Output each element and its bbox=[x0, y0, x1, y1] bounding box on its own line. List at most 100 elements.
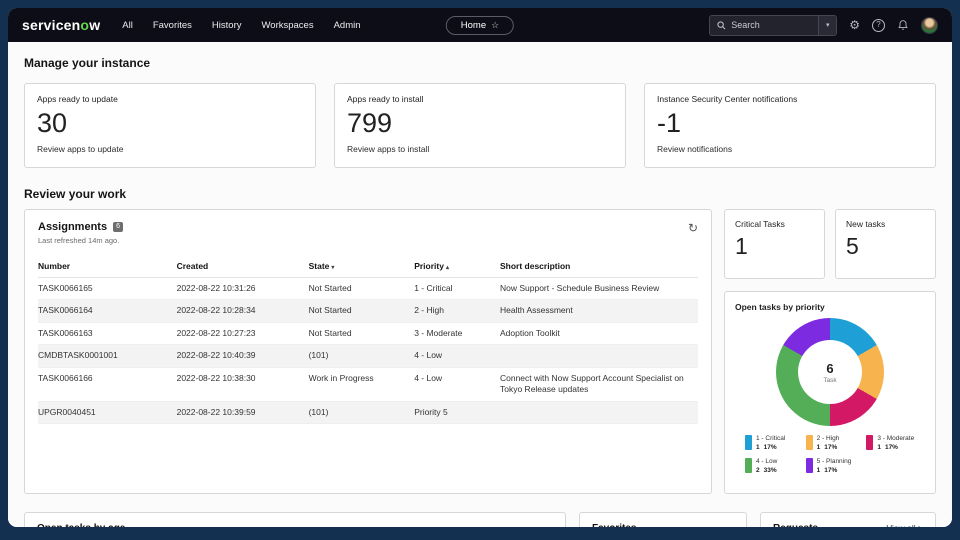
priority-cell: 3 - Moderate bbox=[414, 322, 500, 344]
view-all-link[interactable]: View all > bbox=[887, 523, 923, 527]
review-grid: Assignments 6 Last refreshed 14m ago. ↻ … bbox=[24, 209, 936, 494]
description-cell: Adoption Toolkit bbox=[500, 322, 698, 344]
home-tab[interactable]: Home ☆ bbox=[446, 16, 514, 35]
favorites-card: Favorites bbox=[579, 512, 747, 527]
nav-item-admin[interactable]: Admin bbox=[334, 20, 361, 31]
column-header-state[interactable]: State▾ bbox=[309, 255, 415, 278]
description-cell: Connect with Now Support Account Special… bbox=[500, 367, 698, 401]
notifications-bell-icon[interactable] bbox=[897, 19, 909, 31]
table-row: CMDBTASK0001001 2022-08-22 10:40:39 (101… bbox=[38, 345, 698, 367]
donut-center: 6 Task bbox=[798, 340, 862, 404]
column-header-description[interactable]: Short description bbox=[500, 255, 698, 278]
stat-card-apps-update: Apps ready to update 30 Review apps to u… bbox=[24, 83, 316, 168]
servicenow-logo[interactable]: servicenow bbox=[22, 17, 100, 33]
column-header-priority[interactable]: Priority▴ bbox=[414, 255, 500, 278]
nav-item-favorites[interactable]: Favorites bbox=[153, 20, 192, 31]
review-apps-update-link[interactable]: Review apps to update bbox=[37, 144, 303, 154]
legend-item-planning[interactable]: 5 - Planning 117% bbox=[806, 457, 863, 476]
state-cell: (101) bbox=[309, 401, 415, 423]
stat-value: 30 bbox=[37, 109, 303, 139]
legend-item-high[interactable]: 2 - High 117% bbox=[806, 434, 863, 453]
legend-count: 2 bbox=[756, 467, 760, 474]
legend-item-moderate[interactable]: 3 - Moderate 117% bbox=[866, 434, 923, 453]
logo-text-2: w bbox=[89, 17, 100, 33]
task-number-link[interactable]: TASK0066164 bbox=[38, 300, 177, 322]
legend-label: 5 - Planning bbox=[817, 457, 852, 466]
task-number-link[interactable]: CMDBTASK0001001 bbox=[38, 345, 177, 367]
legend-label: 2 - High bbox=[817, 434, 840, 443]
right-column: Critical Tasks 1 New tasks 5 Open tasks … bbox=[724, 209, 936, 494]
home-tab-label: Home bbox=[461, 20, 486, 31]
assignments-header: Assignments 6 bbox=[38, 221, 698, 233]
legend-count: 1 bbox=[877, 444, 881, 451]
search-input[interactable] bbox=[731, 20, 818, 30]
open-tasks-priority-card: Open tasks by priority 6 Task bbox=[724, 291, 936, 494]
chart-area: 6 Task bbox=[735, 318, 925, 426]
open-tasks-age-title: Open tasks by age bbox=[37, 523, 553, 527]
priority-cell: 4 - Low bbox=[414, 367, 500, 401]
critical-tasks-card[interactable]: Critical Tasks 1 bbox=[724, 209, 825, 279]
assignments-table: Number Created State▾ Priority▴ Short de… bbox=[38, 255, 698, 424]
nav-menu: All Favorites History Workspaces Admin bbox=[122, 20, 360, 31]
favorite-star-icon[interactable]: ☆ bbox=[491, 20, 499, 31]
app-window: servicenow All Favorites History Workspa… bbox=[8, 8, 952, 527]
task-number-link[interactable]: TASK0066165 bbox=[38, 278, 177, 300]
nav-right-group: ▾ ⚙ ? bbox=[709, 15, 938, 36]
table-row: TASK0066164 2022-08-22 10:28:34 Not Star… bbox=[38, 300, 698, 322]
legend-item-critical[interactable]: 1 - Critical 117% bbox=[745, 434, 802, 453]
search-icon bbox=[717, 21, 726, 30]
manage-instance-heading: Manage your instance bbox=[24, 56, 936, 70]
stat-title: Apps ready to install bbox=[347, 94, 613, 104]
task-number-link[interactable]: TASK0066163 bbox=[38, 322, 177, 344]
legend-item-low[interactable]: 4 - Low 233% bbox=[745, 457, 802, 476]
stat-card-security-notifications: Instance Security Center notifications -… bbox=[644, 83, 936, 168]
description-cell bbox=[500, 401, 698, 423]
nav-item-all[interactable]: All bbox=[122, 20, 133, 31]
state-cell: Not Started bbox=[309, 322, 415, 344]
created-cell: 2022-08-22 10:27:23 bbox=[177, 322, 309, 344]
table-row: UPGR0040451 2022-08-22 10:39:59 (101) Pr… bbox=[38, 401, 698, 423]
review-notifications-link[interactable]: Review notifications bbox=[657, 144, 923, 154]
legend-percent: 17% bbox=[764, 444, 777, 451]
nav-item-history[interactable]: History bbox=[212, 20, 242, 31]
new-tasks-card[interactable]: New tasks 5 bbox=[835, 209, 936, 279]
search-scope-dropdown[interactable]: ▾ bbox=[818, 16, 836, 35]
column-header-number[interactable]: Number bbox=[38, 255, 177, 278]
legend-swatch bbox=[866, 435, 873, 450]
priority-cell: 1 - Critical bbox=[414, 278, 500, 300]
legend-count: 1 bbox=[817, 444, 821, 451]
state-cell: Not Started bbox=[309, 300, 415, 322]
created-cell: 2022-08-22 10:39:59 bbox=[177, 401, 309, 423]
donut-chart[interactable]: 6 Task bbox=[776, 318, 884, 426]
description-cell: Now Support - Schedule Business Review bbox=[500, 278, 698, 300]
help-icon[interactable]: ? bbox=[872, 19, 885, 32]
created-cell: 2022-08-22 10:40:39 bbox=[177, 345, 309, 367]
description-cell: Health Assessment bbox=[500, 300, 698, 322]
created-cell: 2022-08-22 10:31:26 bbox=[177, 278, 309, 300]
mini-stats-row: Critical Tasks 1 New tasks 5 bbox=[724, 209, 936, 279]
review-apps-install-link[interactable]: Review apps to install bbox=[347, 144, 613, 154]
settings-gear-icon[interactable]: ⚙ bbox=[849, 19, 860, 31]
donut-center-value: 6 bbox=[826, 361, 833, 376]
refresh-icon[interactable]: ↻ bbox=[688, 222, 698, 234]
stat-value: 799 bbox=[347, 109, 613, 139]
user-avatar[interactable] bbox=[921, 17, 938, 34]
assignments-title: Assignments bbox=[38, 221, 107, 233]
last-refreshed-text: Last refreshed 14m ago. bbox=[38, 236, 698, 245]
task-number-link[interactable]: TASK0066166 bbox=[38, 367, 177, 401]
legend-percent: 17% bbox=[824, 444, 837, 451]
critical-tasks-label: Critical Tasks bbox=[735, 219, 814, 229]
stat-card-apps-install: Apps ready to install 799 Review apps to… bbox=[334, 83, 626, 168]
legend-label: 3 - Moderate bbox=[877, 434, 914, 443]
column-header-created[interactable]: Created bbox=[177, 255, 309, 278]
review-work-heading: Review your work bbox=[24, 187, 936, 201]
stat-value: -1 bbox=[657, 109, 923, 139]
donut-center-label: Task bbox=[823, 377, 836, 384]
bell-icon bbox=[897, 19, 909, 31]
bottom-cards-row: Open tasks by age Favorites Requests Vie… bbox=[24, 512, 936, 527]
favorites-title: Favorites bbox=[592, 523, 734, 527]
logo-text: servicen bbox=[22, 17, 80, 33]
task-number-link[interactable]: UPGR0040451 bbox=[38, 401, 177, 423]
new-tasks-label: New tasks bbox=[846, 219, 925, 229]
nav-item-workspaces[interactable]: Workspaces bbox=[261, 20, 313, 31]
